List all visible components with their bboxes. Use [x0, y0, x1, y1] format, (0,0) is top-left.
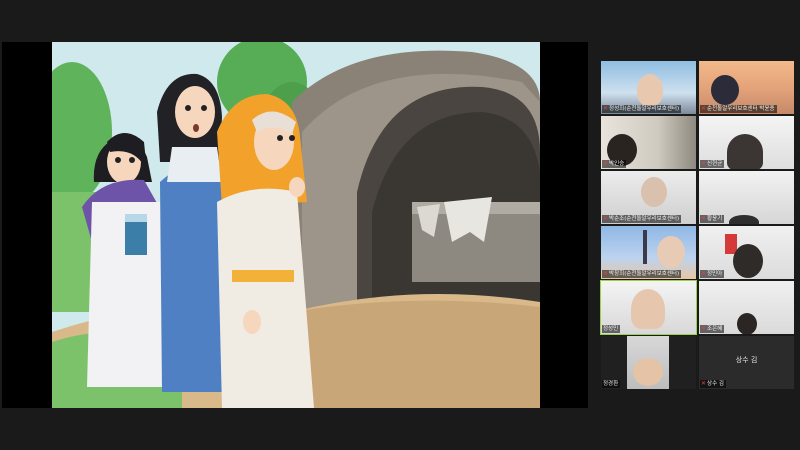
- person-figure: [657, 236, 685, 268]
- mic-muted-icon: ✕: [603, 270, 609, 277]
- shared-illustration: [52, 42, 540, 408]
- participant-name-label: ✕ 황윤기: [700, 215, 725, 223]
- participant-name-label: 정성민: [602, 325, 621, 333]
- person-figure: [729, 215, 759, 224]
- mic-muted-icon: ✕: [701, 160, 707, 167]
- participant-center-name: 상수 김: [735, 356, 758, 364]
- participant-tile[interactable]: ✕ 정민아: [699, 226, 794, 279]
- person-figure: [727, 134, 763, 169]
- person-figure: [631, 289, 665, 329]
- participant-tile[interactable]: ✕ 정성희(순천돌알우리보호센터): [601, 61, 696, 114]
- participant-tile[interactable]: ✕ 신현균: [699, 116, 794, 169]
- participant-tile[interactable]: ✕ 박인승: [601, 116, 696, 169]
- participant-tile[interactable]: ✕ 박창희(순천돌알우리보호센터): [601, 226, 696, 279]
- participant-name-label: ✕ 상수 김: [700, 380, 726, 388]
- mic-muted-icon: ✕: [603, 160, 609, 167]
- participant-gallery: ✕ 정성희(순천돌알우리보호센터) ✕ 순천돌알우리보호센터 박윤종 ✕ 박인승…: [600, 0, 800, 450]
- person-figure: [737, 313, 757, 334]
- participant-name-label: ✕ 조은혜: [700, 325, 725, 333]
- person-figure: [637, 74, 663, 106]
- participant-name-label: ✕ 순천돌알우리보호센터 박윤종: [700, 105, 777, 113]
- person-figure: [633, 358, 663, 386]
- participant-name-label: ✕ 정성희(순천돌알우리보호센터): [602, 105, 682, 113]
- participant-tile[interactable]: 정경환: [601, 336, 696, 389]
- participant-tile[interactable]: ✕ 순천돌알우리보호센터 박윤종: [699, 61, 794, 114]
- participant-tile[interactable]: ✕ 박순조(순천돌알우리보호센터): [601, 171, 696, 224]
- person-figure: [711, 75, 739, 105]
- mic-muted-icon: ✕: [701, 105, 707, 112]
- participant-name-label: ✕ 박인승: [602, 160, 627, 168]
- participant-tile[interactable]: 상수 김 ✕ 상수 김: [699, 336, 794, 389]
- mic-muted-icon: ✕: [603, 215, 609, 222]
- mic-muted-icon: ✕: [603, 105, 609, 112]
- participant-name-label: ✕ 정민아: [700, 270, 725, 278]
- mic-muted-icon: ✕: [701, 270, 707, 277]
- participant-tile[interactable]: ✕ 조은혜: [699, 281, 794, 334]
- participant-name-label: ✕ 박창희(순천돌알우리보호센터): [602, 270, 682, 278]
- person-figure: [641, 177, 667, 207]
- person-figure: [733, 244, 763, 278]
- participant-name-label: ✕ 박순조(순천돌알우리보호센터): [602, 215, 682, 223]
- mic-muted-icon: ✕: [701, 325, 707, 332]
- mic-muted-icon: ✕: [701, 215, 707, 222]
- participant-name-label: 정경환: [602, 380, 621, 388]
- participant-tile-active-speaker[interactable]: 정성민: [600, 280, 697, 335]
- tower-figure: [643, 230, 647, 264]
- participant-tile[interactable]: ✕ 황윤기: [699, 171, 794, 224]
- mic-muted-icon: ✕: [701, 380, 707, 387]
- participant-name-label: ✕ 신현균: [700, 160, 725, 168]
